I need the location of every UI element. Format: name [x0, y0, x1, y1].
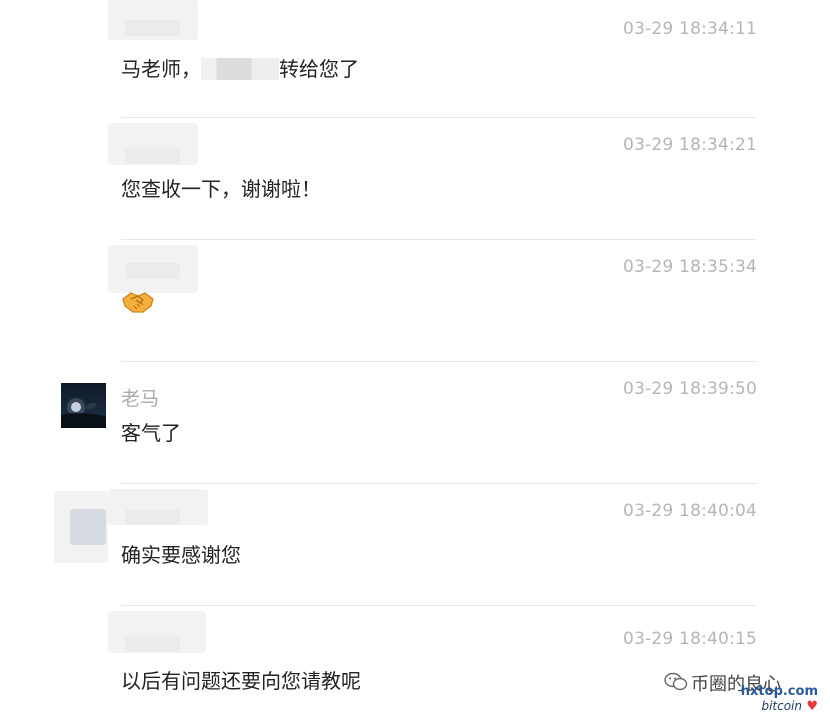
- avatar[interactable]: [61, 383, 106, 428]
- message-separator: [121, 239, 757, 240]
- message-separator: [121, 605, 757, 606]
- message-text[interactable]: 马老师， 转给您了: [121, 53, 359, 82]
- wechat-logo-icon: [664, 672, 688, 691]
- blurred-avatar-inner: [70, 509, 106, 545]
- message-timestamp: 03-29 18:39:50: [623, 379, 757, 399]
- chat-message: 03-29 18:34:21 您查收一下，谢谢啦！: [0, 117, 830, 239]
- blurred-sender-name: [125, 147, 180, 163]
- message-separator: [121, 483, 757, 484]
- handshake-emoji[interactable]: [121, 287, 155, 315]
- message-text[interactable]: 确实要感谢您: [121, 539, 241, 568]
- blurred-sender-name: [125, 509, 180, 525]
- blurred-sender-name: [125, 635, 180, 651]
- message-timestamp: 03-29 18:40:04: [623, 501, 757, 521]
- message-text[interactable]: 以后有问题还要向您请教呢: [121, 665, 361, 694]
- watermark-url: hxtop.com: [740, 684, 818, 699]
- message-timestamp: 03-29 18:34:11: [623, 19, 757, 39]
- chat-message: 03-29 18:40:04 确实要感谢您: [0, 483, 830, 605]
- message-separator: [121, 361, 757, 362]
- redacted-amount: [201, 58, 279, 80]
- message-timestamp: 03-29 18:40:15: [623, 629, 757, 649]
- blurred-sender-name: [125, 20, 180, 36]
- message-text[interactable]: 您查收一下，谢谢啦！: [121, 173, 321, 202]
- blurred-sender-name: [125, 263, 180, 279]
- message-timestamp: 03-29 18:35:34: [623, 257, 757, 277]
- message-text-after: 转给您了: [279, 57, 359, 81]
- message-separator: [121, 117, 757, 118]
- night-landscape-image: [61, 383, 106, 428]
- message-text-before: 马老师，: [121, 57, 201, 81]
- chat-message: 03-29 18:34:11 马老师， 转给您了: [0, 0, 830, 115]
- heart-icon: ♥: [806, 699, 818, 714]
- message-timestamp: 03-29 18:34:21: [623, 135, 757, 155]
- chat-message: 老马 03-29 18:39:50 客气了: [0, 361, 830, 483]
- message-text[interactable]: 客气了: [121, 417, 181, 446]
- watermark: 币圈的良心 hxtop.com bitcoin ♥: [664, 666, 824, 716]
- chat-message: 03-29 18:35:34: [0, 239, 830, 361]
- sender-name: 老马: [121, 388, 160, 410]
- watermark-tag: bitcoin: [761, 699, 802, 713]
